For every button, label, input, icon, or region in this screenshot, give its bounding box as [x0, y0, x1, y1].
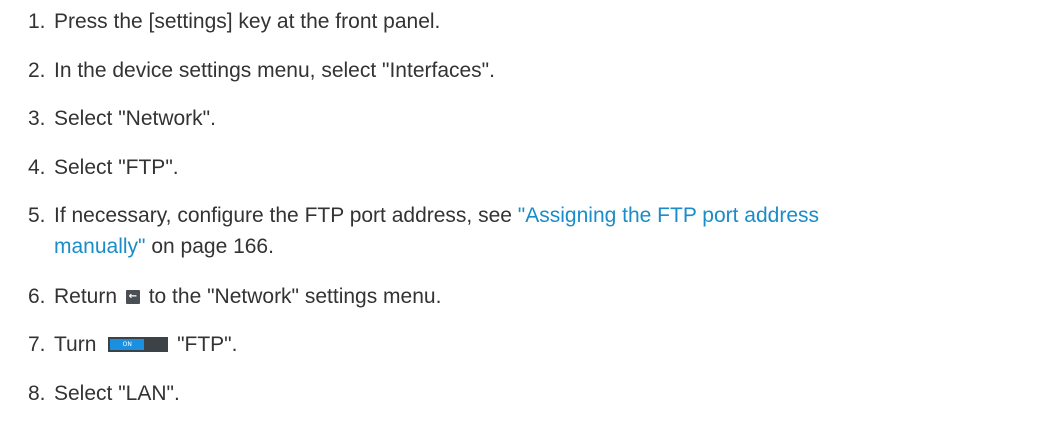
step-number: 4.: [28, 156, 46, 179]
step-5: 5. If necessary, configure the FTP port a…: [28, 200, 1028, 264]
step-number: 3.: [28, 107, 46, 130]
step-text-after: on page 166.: [145, 235, 274, 258]
step-text: Press the [settings] key at the front pa…: [54, 10, 441, 33]
step-text: Select "FTP".: [54, 156, 179, 179]
step-text-before: Return: [54, 285, 123, 308]
step-text: Turn ON "FTP".: [54, 329, 1024, 360]
step-number: 6.: [28, 285, 46, 308]
step-text: In the device settings menu, select "Int…: [54, 59, 495, 82]
step-number: 8.: [28, 382, 46, 405]
link-text-line2[interactable]: manually": [54, 235, 146, 258]
toggle-switch-icon: ON: [108, 337, 169, 352]
step-6: 6. Return ← to the "Network" settings men…: [28, 281, 1028, 312]
step-text: Return ← to the "Network" settings menu.: [54, 281, 1024, 312]
step-1: 1. Press the [settings] key at the front …: [28, 6, 1028, 37]
step-text-before: If necessary, configure the FTP port add…: [54, 204, 518, 227]
step-8: 8. Select "LAN".: [28, 378, 1028, 409]
step-text: Select "Network".: [54, 107, 216, 130]
step-text: If necessary, configure the FTP port add…: [54, 200, 1024, 262]
step-text-after: to the "Network" settings menu.: [142, 285, 442, 308]
step-2: 2. In the device settings menu, select "I…: [28, 55, 1028, 86]
toggle-on-label: ON: [110, 339, 145, 350]
step-4: 4. Select "FTP".: [28, 152, 1028, 183]
step-text: Select "LAN".: [54, 382, 180, 405]
step-3: 3. Select "Network".: [28, 103, 1028, 134]
step-number: 1.: [28, 10, 46, 33]
step-text-before: Turn: [54, 333, 103, 356]
step-7: 7. Turn ON "FTP".: [28, 329, 1028, 360]
step-number: 2.: [28, 59, 46, 82]
back-arrow-icon: ←: [125, 290, 140, 304]
link-text-line1[interactable]: "Assigning the FTP port address: [518, 204, 819, 227]
step-number: 7.: [28, 333, 46, 356]
step-number: 5.: [28, 204, 46, 227]
step-text-after: "FTP".: [171, 333, 238, 356]
